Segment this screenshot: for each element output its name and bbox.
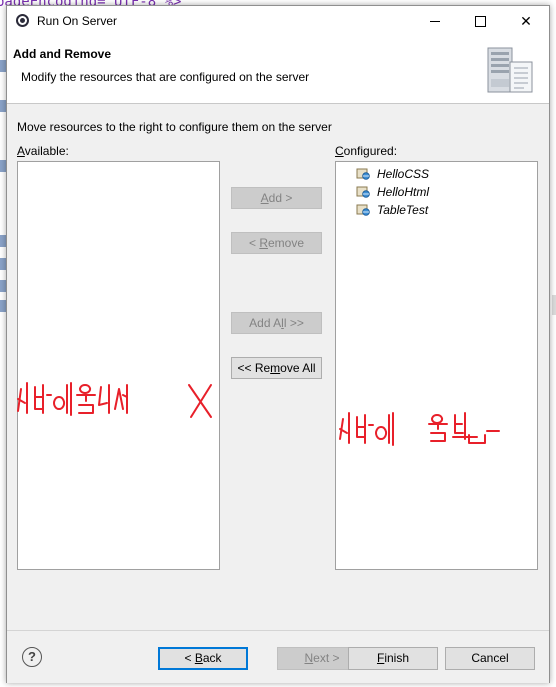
close-icon: ✕: [520, 13, 532, 29]
web-module-icon: [356, 186, 370, 198]
list-item-label: HelloCSS: [377, 167, 430, 181]
back-button[interactable]: < Back: [158, 647, 248, 670]
list-item-label: HelloHtml: [377, 185, 430, 199]
wizard-body: Move resources to the right to configure…: [7, 104, 549, 630]
configured-label: Configured:: [335, 144, 398, 158]
help-icon[interactable]: ?: [22, 647, 42, 667]
add-all-button[interactable]: Add All >>: [231, 312, 322, 334]
web-module-icon: [356, 168, 370, 180]
minimize-button[interactable]: [411, 6, 457, 36]
web-module-icon: [356, 204, 370, 216]
background-scroll-marker: [552, 295, 556, 315]
configured-list[interactable]: HelloCSS HelloHtml TableTest: [335, 161, 538, 570]
minimize-icon: [430, 21, 440, 22]
eclipse-icon: [16, 14, 29, 27]
server-banner-icon: [487, 47, 533, 93]
page-title: Add and Remove: [13, 47, 112, 61]
maximize-button[interactable]: [457, 6, 503, 36]
remove-button[interactable]: < Remove: [231, 232, 322, 254]
run-on-server-dialog: Run On Server ✕ Add and Remove Modify th…: [6, 5, 550, 683]
window-title: Run On Server: [37, 14, 118, 28]
title-bar[interactable]: Run On Server ✕: [7, 6, 549, 36]
list-item-label: TableTest: [377, 203, 429, 217]
page-description: Modify the resources that are configured…: [21, 70, 310, 84]
close-button[interactable]: ✕: [503, 6, 549, 36]
available-label: Available:: [17, 144, 69, 158]
cancel-button[interactable]: Cancel: [445, 647, 535, 670]
wizard-footer: ? < Back Next > Finish Cancel: [7, 630, 549, 683]
available-list[interactable]: [17, 161, 220, 570]
wizard-header: Add and Remove Modify the resources that…: [7, 36, 549, 104]
add-button[interactable]: Add >: [231, 187, 322, 209]
finish-button[interactable]: Finish: [348, 647, 438, 670]
instructions-text: Move resources to the right to configure…: [17, 120, 332, 134]
remove-all-button[interactable]: << Remove All: [231, 357, 322, 379]
maximize-icon: [475, 16, 486, 27]
